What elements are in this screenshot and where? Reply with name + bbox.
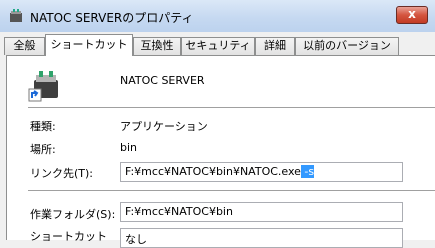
target-label: リンク先(T): xyxy=(30,167,94,180)
tab-general[interactable]: 全般 xyxy=(4,37,45,55)
tab-strip: 全般 ショートカット 互換性 セキュリティ 詳細 以前のバージョン xyxy=(0,34,435,56)
location-value: bin xyxy=(120,141,138,154)
target-selected-text: -s xyxy=(300,165,315,178)
type-value: アプリケーション xyxy=(120,120,208,133)
title-bar: NATOC SERVERのプロパティ x xyxy=(0,0,435,32)
tab-compatibility[interactable]: 互換性 xyxy=(133,37,181,55)
target-field[interactable]: F:¥mcc¥NATOC¥bin¥NATOC.exe -s xyxy=(120,162,403,182)
start-in-text: F:¥mcc¥NATOC¥bin xyxy=(125,205,233,218)
start-in-field[interactable]: F:¥mcc¥NATOC¥bin xyxy=(120,202,403,222)
tab-details[interactable]: 詳細 xyxy=(255,37,295,55)
window-title: NATOC SERVERのプロパティ xyxy=(30,11,194,25)
shortcut-key-field[interactable]: なし xyxy=(120,228,403,248)
target-text: F:¥mcc¥NATOC¥bin¥NATOC.exe xyxy=(125,165,301,178)
tab-security[interactable]: セキュリティ xyxy=(181,37,255,55)
divider xyxy=(28,107,435,109)
type-label: 種類: xyxy=(30,120,56,133)
shortcut-name: NATOC SERVER xyxy=(120,74,205,87)
divider xyxy=(28,190,435,192)
application-icon xyxy=(8,8,24,24)
close-button[interactable]: x xyxy=(396,6,428,24)
start-in-label: 作業フォルダ(S): xyxy=(30,208,116,221)
tab-shortcut[interactable]: ショートカット xyxy=(45,34,133,56)
tab-previous-versions[interactable]: 以前のバージョン xyxy=(295,37,399,55)
shortcut-key-label: ショートカット xyxy=(30,230,107,243)
shortcut-icon xyxy=(28,70,62,102)
location-label: 場所: xyxy=(30,143,56,156)
